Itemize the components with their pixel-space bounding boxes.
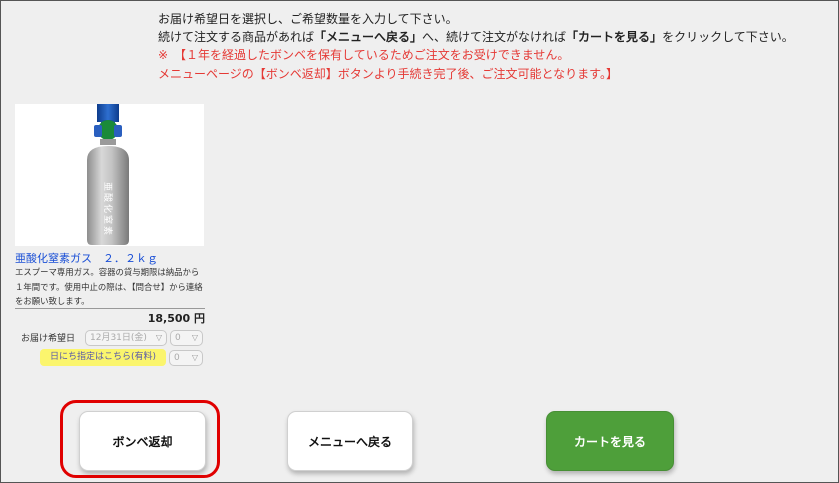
instruction-text: をクリックして下さい。: [662, 30, 794, 44]
instruction-text: へ、続けて注文がなければ: [422, 30, 567, 44]
delivery-date-label: お届け希望日: [21, 334, 76, 344]
quantity-select[interactable]: 0 ▽: [170, 330, 203, 346]
chevron-down-icon: ▽: [155, 333, 162, 342]
chevron-down-icon: ▽: [191, 353, 198, 362]
instruction-text: 続けて注文する商品があれば: [158, 30, 315, 44]
delivery-date-value: 12月31日(金): [90, 333, 147, 343]
chevron-down-icon: ▽: [191, 333, 198, 342]
instruction-menu-ref: 「メニューへ戻る」: [314, 30, 423, 44]
warning-line-1: ※ 【１年を経過したボンベを保有しているためご注文をお受けできません。: [158, 48, 570, 62]
back-to-menu-button[interactable]: メニューへ戻る: [287, 411, 413, 471]
gas-cylinder-image: 亜酸化窒素: [87, 104, 129, 245]
product-image: 亜酸化窒素: [15, 104, 204, 246]
divider: [15, 308, 205, 309]
day-quantity-value: 0: [174, 353, 180, 363]
highlight-annotation: [60, 400, 220, 478]
instruction-line-2: 続けて注文する商品があれば「メニューへ戻る」へ、続けて注文がなければ「カートを見…: [158, 30, 794, 45]
cylinder-label: 亜酸化窒素: [102, 182, 114, 237]
day-quantity-select[interactable]: 0 ▽: [169, 350, 203, 366]
warning-line-2: メニューページの【ボンベ返却】ボタンより手続き完了後、ご注文可能となります。】: [158, 67, 618, 81]
delivery-date-select[interactable]: 12月31日(金) ▽: [85, 330, 167, 346]
day-specification-link[interactable]: 日にち指定はこちら(有料): [40, 349, 166, 366]
product-price: 18,500 円: [147, 312, 205, 325]
page-frame: お届け希望日を選択し、ご希望数量を入力して下さい。 続けて注文する商品があれば「…: [0, 0, 839, 483]
product-description: エスプーマ専用ガス。容器の貸与期限は納品から１年間です。使用中止の際は、【問合せ…: [15, 267, 203, 306]
instruction-line-1: お届け希望日を選択し、ご希望数量を入力して下さい。: [158, 12, 458, 26]
product-name[interactable]: 亜酸化窒素ガス ２．２ｋｇ: [15, 250, 158, 266]
quantity-value: 0: [175, 333, 181, 343]
view-cart-button[interactable]: カートを見る: [546, 411, 674, 471]
instruction-cart-ref: 「カートを見る」: [566, 30, 663, 44]
